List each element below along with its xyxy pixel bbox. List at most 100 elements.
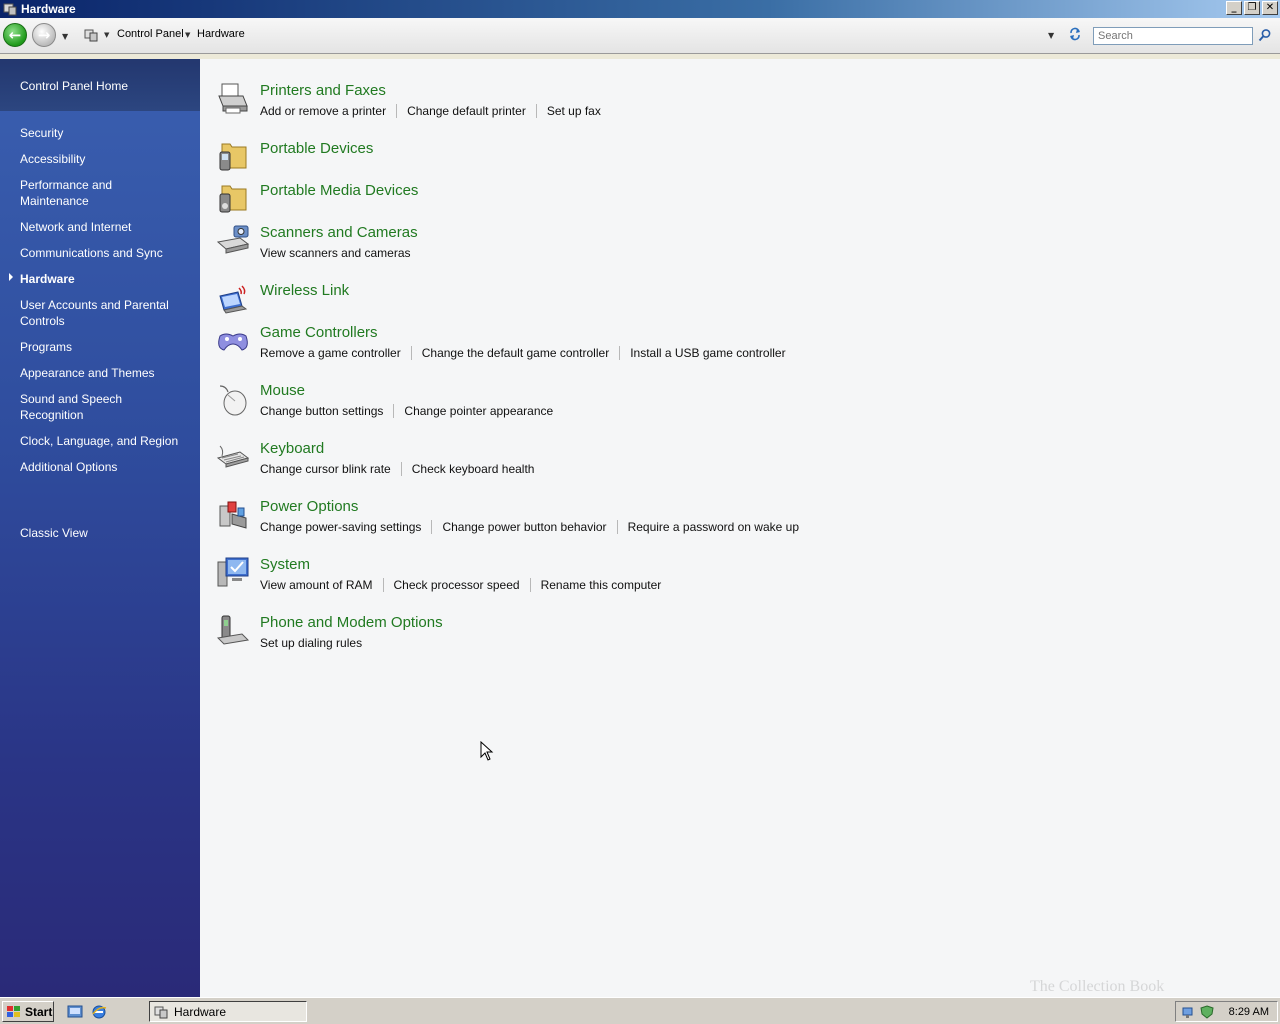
link-divider bbox=[619, 346, 621, 360]
forward-button[interactable]: → bbox=[32, 23, 56, 47]
task-link[interactable]: Check processor speed bbox=[394, 578, 520, 592]
show-desktop-icon[interactable] bbox=[67, 1004, 83, 1020]
gamepad-icon bbox=[218, 333, 248, 351]
task-link[interactable]: Set up dialing rules bbox=[260, 636, 362, 650]
wireless-link-icon bbox=[219, 285, 248, 314]
control-panel-icon bbox=[3, 3, 17, 16]
link-divider bbox=[431, 520, 433, 534]
breadcrumb-chevron-icon[interactable]: ▼ bbox=[185, 31, 190, 39]
portable-device-icon bbox=[219, 143, 247, 171]
sidebar-item-user-accounts[interactable]: User Accounts and Parental Controls bbox=[20, 297, 170, 329]
taskbar-button-label: Hardware bbox=[174, 1004, 227, 1019]
task-links: Change button settings Change pointer ap… bbox=[260, 404, 553, 418]
category-title[interactable]: Printers and Faxes bbox=[260, 82, 386, 99]
taskbar-button-hardware[interactable]: Hardware bbox=[149, 1001, 307, 1022]
category-title[interactable]: Power Options bbox=[260, 498, 358, 515]
control-panel-home-link[interactable]: Control Panel Home bbox=[20, 79, 128, 93]
task-link[interactable]: View amount of RAM bbox=[260, 578, 373, 592]
security-shield-icon[interactable] bbox=[1200, 1005, 1214, 1019]
sidebar-item-communications[interactable]: Communications and Sync bbox=[20, 245, 190, 261]
maximize-button[interactable]: ❐ bbox=[1244, 1, 1260, 15]
forward-arrow-icon: → bbox=[37, 26, 51, 44]
task-links: Remove a game controller Change the defa… bbox=[260, 346, 786, 360]
task-link[interactable]: Change power button behavior bbox=[442, 520, 606, 534]
printer-icon bbox=[218, 83, 248, 114]
window-controls: _ ❐ ✕ bbox=[1226, 1, 1278, 15]
windows-flag-icon bbox=[7, 1005, 20, 1017]
task-link[interactable]: Change cursor blink rate bbox=[260, 462, 391, 476]
task-link[interactable]: Change button settings bbox=[260, 404, 383, 418]
start-button[interactable]: Start bbox=[2, 1001, 54, 1022]
start-label: Start bbox=[25, 1004, 53, 1019]
task-links: Add or remove a printer Change default p… bbox=[260, 104, 601, 118]
category-title[interactable]: Portable Devices bbox=[260, 140, 373, 157]
category-title[interactable]: Phone and Modem Options bbox=[260, 614, 443, 631]
link-divider bbox=[393, 404, 395, 418]
task-link[interactable]: Add or remove a printer bbox=[260, 104, 386, 118]
category-title[interactable]: System bbox=[260, 556, 310, 573]
task-link[interactable]: Change the default game controller bbox=[422, 346, 609, 360]
category-title[interactable]: Wireless Link bbox=[260, 282, 349, 299]
sidebar-item-security[interactable]: Security bbox=[20, 125, 190, 141]
task-links: View scanners and cameras bbox=[260, 246, 411, 260]
scanner-icon bbox=[216, 225, 250, 254]
task-link[interactable]: Change power-saving settings bbox=[260, 520, 421, 534]
address-toolbar: ← → ▼ ▼ Control Panel ▼ Hardware ▼ bbox=[0, 18, 1280, 54]
sidebar-item-hardware[interactable]: Hardware bbox=[20, 271, 190, 287]
mouse-icon bbox=[219, 385, 247, 416]
breadcrumb-hardware[interactable]: Hardware bbox=[197, 28, 245, 40]
sidebar-home[interactable]: Control Panel Home bbox=[0, 59, 200, 111]
task-links: View amount of RAM Check processor speed… bbox=[260, 578, 661, 592]
task-link[interactable]: Set up fax bbox=[547, 104, 601, 118]
link-divider bbox=[382, 578, 384, 592]
close-button[interactable]: ✕ bbox=[1262, 1, 1278, 15]
mouse-pointer-icon bbox=[480, 741, 494, 761]
search-input[interactable] bbox=[1093, 27, 1253, 45]
category-title[interactable]: Keyboard bbox=[260, 440, 324, 457]
task-link[interactable]: Check keyboard health bbox=[412, 462, 535, 476]
breadcrumb-control-panel[interactable]: Control Panel bbox=[117, 28, 184, 40]
sidebar-item-performance[interactable]: Performance and Maintenance bbox=[20, 177, 130, 209]
task-link[interactable]: View scanners and cameras bbox=[260, 246, 411, 260]
history-dropdown-icon[interactable]: ▼ bbox=[62, 32, 68, 41]
category-title[interactable]: Scanners and Cameras bbox=[260, 224, 418, 241]
task-links: Set up dialing rules bbox=[260, 636, 362, 650]
task-links: Change cursor blink rate Check keyboard … bbox=[260, 462, 534, 476]
address-dropdown-icon[interactable]: ▼ bbox=[1048, 31, 1054, 40]
category-content: Printers and Faxes Add or remove a print… bbox=[200, 59, 1280, 997]
clock[interactable]: 8:29 AM bbox=[1229, 1006, 1269, 1018]
category-title[interactable]: Game Controllers bbox=[260, 324, 378, 341]
refresh-icon[interactable] bbox=[1068, 27, 1082, 41]
breadcrumb-chevron-icon[interactable]: ▼ bbox=[104, 31, 109, 39]
system-tray: 8:29 AM bbox=[1175, 1001, 1278, 1022]
link-divider bbox=[535, 104, 537, 118]
sidebar-item-sound[interactable]: Sound and Speech Recognition bbox=[20, 391, 130, 423]
task-link[interactable]: Change default printer bbox=[407, 104, 526, 118]
sidebar-item-clock[interactable]: Clock, Language, and Region bbox=[20, 433, 190, 449]
sidebar-item-network[interactable]: Network and Internet bbox=[20, 219, 190, 235]
task-link[interactable]: Require a password on wake up bbox=[628, 520, 799, 534]
window-title: Hardware bbox=[21, 2, 76, 16]
task-link[interactable]: Install a USB game controller bbox=[630, 346, 785, 360]
sidebar-item-accessibility[interactable]: Accessibility bbox=[20, 151, 190, 167]
link-divider bbox=[400, 462, 402, 476]
watermark: The Collection Book bbox=[1030, 978, 1165, 995]
sidebar-item-programs[interactable]: Programs bbox=[20, 339, 190, 355]
category-title[interactable]: Mouse bbox=[260, 382, 305, 399]
sidebar-item-additional[interactable]: Additional Options bbox=[20, 459, 190, 475]
link-divider bbox=[410, 346, 412, 360]
back-button[interactable]: ← bbox=[3, 23, 27, 47]
classic-view-link[interactable]: Classic View bbox=[20, 526, 88, 540]
task-link[interactable]: Rename this computer bbox=[541, 578, 662, 592]
category-title[interactable]: Portable Media Devices bbox=[260, 182, 418, 199]
power-options-icon bbox=[219, 501, 247, 529]
task-link[interactable]: Change pointer appearance bbox=[404, 404, 553, 418]
search-icon[interactable] bbox=[1258, 28, 1272, 42]
internet-explorer-icon[interactable] bbox=[91, 1004, 107, 1020]
minimize-button[interactable]: _ bbox=[1226, 1, 1242, 15]
sidebar-item-appearance[interactable]: Appearance and Themes bbox=[20, 365, 190, 381]
task-link[interactable]: Remove a game controller bbox=[260, 346, 401, 360]
network-icon[interactable] bbox=[1182, 1005, 1196, 1019]
back-arrow-icon: ← bbox=[8, 26, 22, 44]
sidebar: Control Panel Home Security Accessibilit… bbox=[0, 59, 200, 997]
